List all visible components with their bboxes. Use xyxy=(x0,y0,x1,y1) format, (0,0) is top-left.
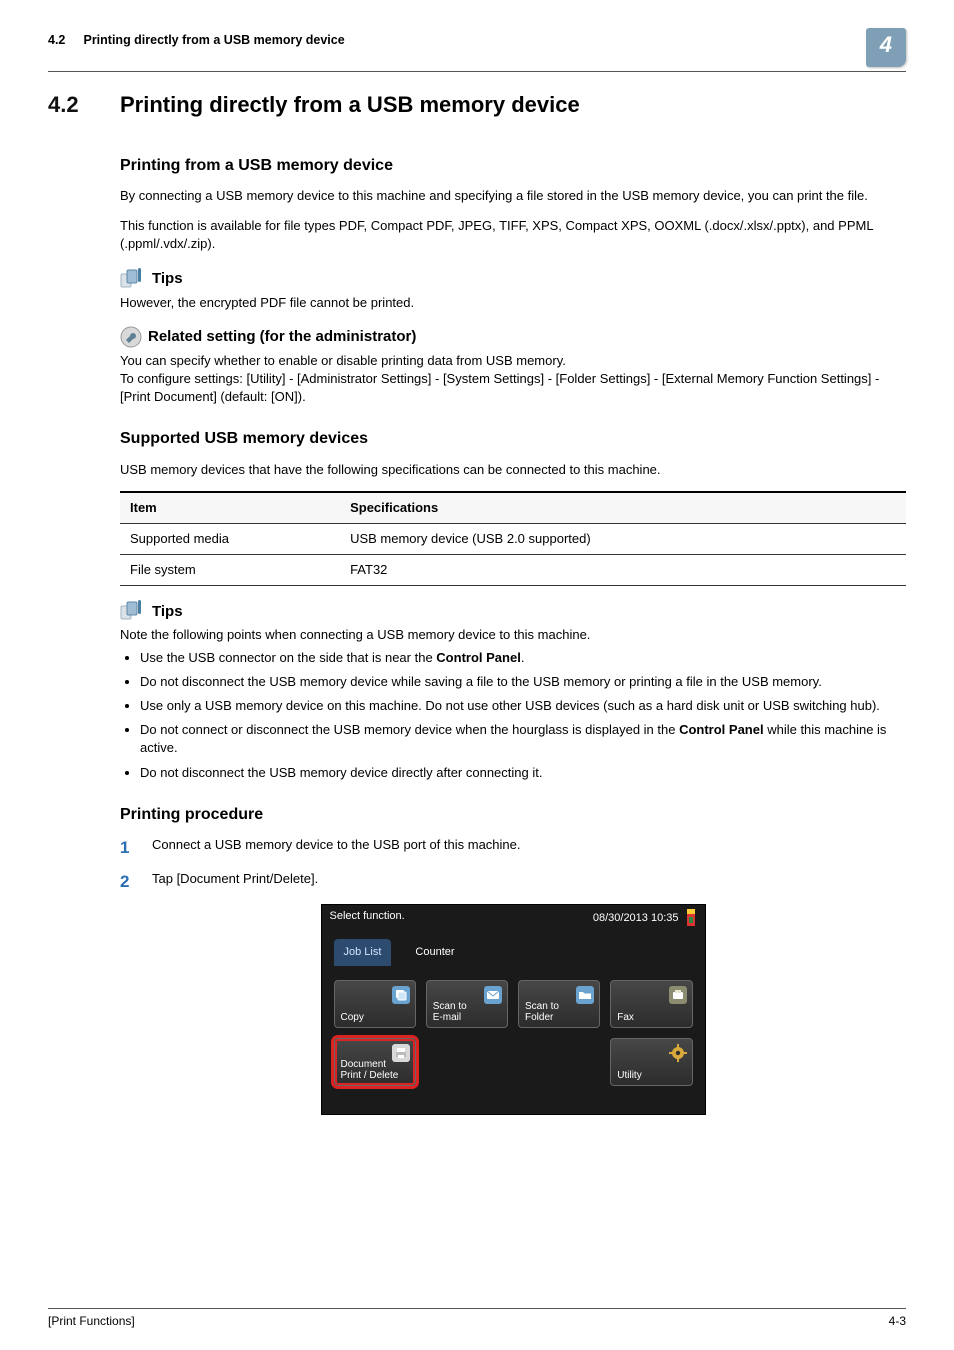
tab-job-list[interactable]: Job List xyxy=(334,939,392,966)
email-icon xyxy=(484,986,502,1004)
tips2-b4b: Control Panel xyxy=(679,722,764,737)
usb-status-icon xyxy=(685,909,697,929)
tips2-b1b: Control Panel xyxy=(436,650,521,665)
scr-timestamp: 08/30/2013 10:35 xyxy=(593,911,679,926)
header-text: 4.2 Printing directly from a USB memory … xyxy=(48,32,345,50)
wrench-icon xyxy=(120,326,142,348)
tips2-b4: Do not connect or disconnect the USB mem… xyxy=(140,721,906,757)
tile-doc-pd-label: Document Print / Delete xyxy=(341,1059,399,1081)
copy-icon xyxy=(392,986,410,1004)
tile-utility-label: Utility xyxy=(617,1070,641,1081)
tips2-b1a: Use the USB connector on the side that i… xyxy=(140,650,436,665)
section-heading: Printing directly from a USB memory devi… xyxy=(120,90,906,121)
page-header: 4.2 Printing directly from a USB memory … xyxy=(48,32,906,72)
spec-r1c1: Supported media xyxy=(120,524,340,555)
tips-icon xyxy=(120,268,146,290)
step-1: 1 Connect a USB memory device to the USB… xyxy=(120,836,906,860)
scr-top-text: Select function. xyxy=(330,909,405,929)
scr-topbar: Select function. 08/30/2013 10:35 xyxy=(322,905,705,931)
tips2-b5: Do not disconnect the USB memory device … xyxy=(140,764,906,782)
subheading-supported-devices: Supported USB memory devices xyxy=(120,428,906,450)
fax-icon xyxy=(669,986,687,1004)
tips-icon xyxy=(120,600,146,622)
chapter-badge: 4 xyxy=(866,28,906,67)
tile-utility[interactable]: Utility xyxy=(610,1038,692,1086)
tile-copy[interactable]: Copy xyxy=(334,980,416,1028)
sub2-intro: USB memory devices that have the followi… xyxy=(120,461,906,479)
tips2-b2: Do not disconnect the USB memory device … xyxy=(140,673,906,691)
tips2-intro: Note the following points when connectin… xyxy=(120,626,906,644)
spec-r1c2: USB memory device (USB 2.0 supported) xyxy=(340,524,906,555)
scr-tabs: Job List Counter xyxy=(322,931,705,970)
tile-scan-folder[interactable]: Scan to Folder xyxy=(518,980,600,1028)
section-number: 4.2 xyxy=(48,90,120,131)
tile-scan-email[interactable]: Scan to E-mail xyxy=(426,980,508,1028)
tile-fax-label: Fax xyxy=(617,1012,634,1023)
spec-r2c1: File system xyxy=(120,555,340,586)
tile-copy-label: Copy xyxy=(341,1012,364,1023)
tile-scan-email-label: Scan to E-mail xyxy=(433,1001,467,1023)
tips2-b3: Use only a USB memory device on this mac… xyxy=(140,697,906,715)
related-line1: You can specify whether to enable or dis… xyxy=(120,352,906,370)
tile-scan-folder-label: Scan to Folder xyxy=(525,1001,559,1023)
related-label: Related setting (for the administrator) xyxy=(148,326,416,347)
spec-table: Item Specifications Supported media USB … xyxy=(120,491,906,587)
tips2-b4a: Do not connect or disconnect the USB mem… xyxy=(140,722,679,737)
printer-icon xyxy=(392,1044,410,1062)
control-panel-screenshot: Select function. 08/30/2013 10:35 Job Li… xyxy=(321,904,706,1115)
spec-th-spec: Specifications xyxy=(340,492,906,524)
spec-r2c2: FAT32 xyxy=(340,555,906,586)
tips-heading-1: Tips xyxy=(120,268,906,290)
folder-icon xyxy=(576,986,594,1004)
header-title: Printing directly from a USB memory devi… xyxy=(83,33,344,47)
tips-heading-2: Tips xyxy=(120,600,906,622)
header-section-number: 4.2 xyxy=(48,32,80,50)
sub1-p1: By connecting a USB memory device to thi… xyxy=(120,187,906,205)
tips2-b1c: . xyxy=(521,650,525,665)
tips2-list: Use the USB connector on the side that i… xyxy=(120,649,906,782)
step-number-1: 1 xyxy=(120,836,138,860)
subheading-printing-procedure: Printing procedure xyxy=(120,804,906,826)
tile-fax[interactable]: Fax xyxy=(610,980,692,1028)
tab-counter[interactable]: Counter xyxy=(405,939,464,966)
step-2-text: Tap [Document Print/Delete]. xyxy=(152,870,318,894)
page-footer: [Print Functions] 4-3 xyxy=(48,1308,906,1330)
tips-label-1: Tips xyxy=(152,268,183,289)
spec-th-item: Item xyxy=(120,492,340,524)
step-1-text: Connect a USB memory device to the USB p… xyxy=(152,836,521,860)
step-2: 2 Tap [Document Print/Delete]. xyxy=(120,870,906,894)
tips2-b1: Use the USB connector on the side that i… xyxy=(140,649,906,667)
tips1-body: However, the encrypted PDF file cannot b… xyxy=(120,294,906,312)
sub1-p2: This function is available for file type… xyxy=(120,217,906,253)
related-line2: To configure settings: [Utility] - [Admi… xyxy=(120,370,906,406)
tile-document-print-delete[interactable]: Document Print / Delete xyxy=(334,1038,416,1086)
tips-label-2: Tips xyxy=(152,601,183,622)
footer-left: [Print Functions] xyxy=(48,1313,135,1330)
subheading-printing-from-usb: Printing from a USB memory device xyxy=(120,155,906,177)
footer-right: 4-3 xyxy=(889,1313,906,1330)
related-heading: Related setting (for the administrator) xyxy=(120,326,906,348)
section-heading-row: 4.2 Printing directly from a USB memory … xyxy=(48,90,906,131)
gear-icon xyxy=(669,1044,687,1062)
step-number-2: 2 xyxy=(120,870,138,894)
